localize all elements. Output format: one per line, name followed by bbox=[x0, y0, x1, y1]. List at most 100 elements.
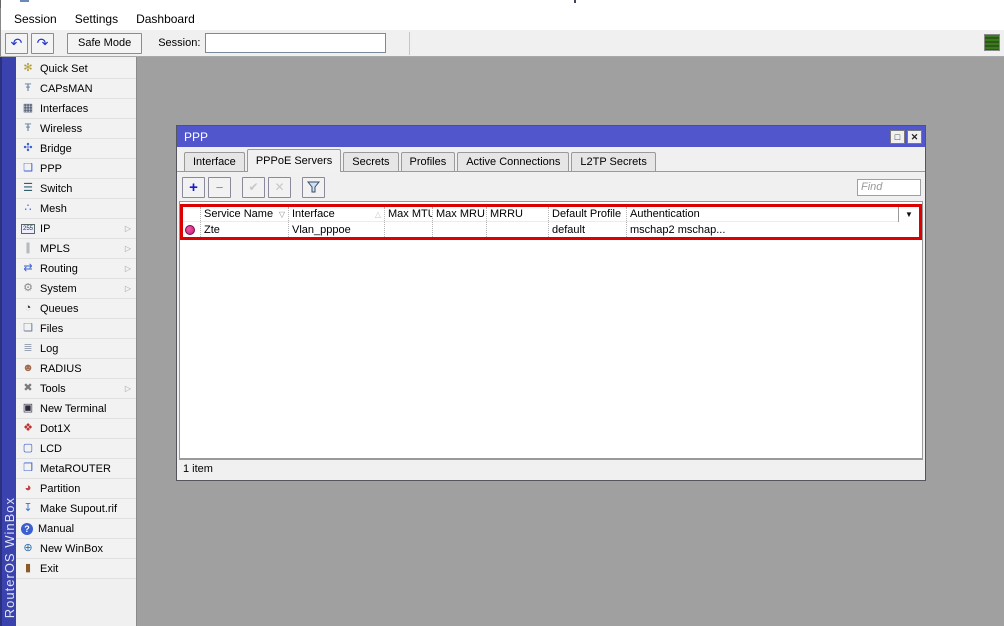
menu-dashboard[interactable]: Dashboard bbox=[127, 9, 204, 29]
safe-mode-button[interactable]: Safe Mode bbox=[67, 33, 142, 54]
session-input[interactable] bbox=[205, 33, 386, 53]
column-header-label: Default Profile bbox=[552, 208, 621, 220]
column-header-label: Interface bbox=[292, 208, 335, 220]
menubar: SessionSettingsDashboard bbox=[0, 8, 1004, 30]
sidebar-item-label: Files bbox=[40, 323, 63, 335]
ppp-window: PPP □ ✕ InterfacePPPoE ServersSecretsPro… bbox=[176, 125, 926, 481]
maximize-button[interactable]: □ bbox=[890, 130, 905, 144]
remove-button[interactable]: − bbox=[208, 177, 231, 198]
sidebar-item-radius[interactable]: ☻RADIUS bbox=[16, 359, 136, 379]
column-selector-button[interactable]: ▼ bbox=[898, 207, 919, 222]
tab-secrets[interactable]: Secrets bbox=[343, 152, 398, 171]
sidebar-item-ppp[interactable]: ❑PPP bbox=[16, 159, 136, 179]
plus-icon: + bbox=[189, 179, 198, 196]
antenna-icon: Ŧ bbox=[21, 122, 35, 135]
sidebar-item-tools[interactable]: ✖Tools▷ bbox=[16, 379, 136, 399]
sidebar-item-label: MPLS bbox=[40, 243, 70, 255]
folder-icon: ❏ bbox=[21, 322, 35, 335]
sidebar-item-label: Interfaces bbox=[40, 103, 88, 115]
tab-interface[interactable]: Interface bbox=[184, 152, 245, 171]
column-header-service-name[interactable]: Service Name▽ bbox=[201, 207, 289, 221]
sidebar-item-mesh[interactable]: ∴ Mesh bbox=[16, 199, 136, 219]
log-paper-icon: ≣ bbox=[21, 342, 35, 355]
bridge-arrows-icon: ✣ bbox=[21, 142, 35, 155]
tools-cross-icon: ✖ bbox=[21, 382, 35, 395]
column-header-label: Service Name bbox=[204, 208, 273, 220]
sidebar-item-label: Queues bbox=[40, 303, 79, 315]
sidebar-item-lcd[interactable]: ▢LCD bbox=[16, 439, 136, 459]
column-header-interface[interactable]: Interface △ bbox=[289, 207, 385, 221]
pppoe-servers-list[interactable]: Service Name▽Interface △ Max MTUMax MRUMRR… bbox=[179, 201, 923, 459]
antenna-icon: Ŧ bbox=[21, 82, 35, 95]
sidebar-item-quick-set[interactable]: ✻Quick Set bbox=[16, 59, 136, 79]
sidebar-item-capsman[interactable]: ŦCAPsMAN bbox=[16, 79, 136, 99]
sidebar-item-switch[interactable]: ☰Switch bbox=[16, 179, 136, 199]
main-toolbar: ↶ ↷ Safe Mode Session: bbox=[0, 30, 1004, 57]
menu-session[interactable]: Session bbox=[5, 9, 66, 29]
sidebar-item-metarouter[interactable]: ❒MetaROUTER bbox=[16, 459, 136, 479]
sidebar-item-exit[interactable]: ▮Exit bbox=[16, 559, 136, 579]
chevron-down-icon: ▼ bbox=[905, 210, 913, 219]
sidebar-item-new-winbox[interactable]: ⊕New WinBox bbox=[16, 539, 136, 559]
tab-active-connections[interactable]: Active Connections bbox=[457, 152, 569, 171]
undo-arrow-icon: ↶ bbox=[11, 35, 23, 52]
sidebar-item-log[interactable]: ≣ Log bbox=[16, 339, 136, 359]
sidebar-item-label: LCD bbox=[40, 443, 62, 455]
column-header-label: Max MTU bbox=[388, 208, 433, 220]
sidebar-item-ip[interactable]: 255IP▷ bbox=[16, 219, 136, 239]
sidebar-item-label: IP bbox=[40, 223, 50, 235]
column-header-max-mtu[interactable]: Max MTU bbox=[385, 207, 433, 221]
sidebar-item-queues[interactable]: ◔Queues bbox=[16, 299, 136, 319]
tab-profiles[interactable]: Profiles bbox=[401, 152, 456, 171]
column-header-mrru[interactable]: MRRU bbox=[487, 207, 549, 221]
mesh-nodes-icon: ∴ bbox=[21, 202, 35, 215]
table-row[interactable]: ZteVlan_pppoedefaultmschap2 mschap... bbox=[183, 222, 919, 237]
terminal-icon: ▣ bbox=[21, 402, 35, 415]
add-button[interactable]: + bbox=[182, 177, 205, 198]
sidebar-item-manual[interactable]: ?Manual bbox=[16, 519, 136, 539]
ppp-window-titlebar[interactable]: PPP □ ✕ bbox=[177, 126, 925, 147]
sidebar-item-new-terminal[interactable]: ▣New Terminal bbox=[16, 399, 136, 419]
redo-button[interactable]: ↷ bbox=[31, 33, 54, 54]
filter-button[interactable] bbox=[302, 177, 325, 198]
disable-button[interactable]: ✕ bbox=[268, 177, 291, 198]
tab-l2tp-secrets[interactable]: L2TP Secrets bbox=[571, 152, 655, 171]
session-label: Session: bbox=[158, 37, 200, 49]
sidebar-item-label: Log bbox=[40, 343, 58, 355]
menu-settings[interactable]: Settings bbox=[66, 9, 127, 29]
cell-interface: Vlan_pppoe bbox=[289, 222, 385, 237]
meta-router-icon: ❒ bbox=[21, 462, 35, 475]
sidebar-item-partition[interactable]: ◕Partition bbox=[16, 479, 136, 499]
column-header-label: Authentication bbox=[630, 208, 700, 220]
sidebar-item-bridge[interactable]: ✣ Bridge bbox=[16, 139, 136, 159]
exit-door-icon: ▮ bbox=[21, 562, 35, 575]
column-header-default-profile[interactable]: Default Profile bbox=[549, 207, 627, 221]
sort-asc-icon: △ bbox=[373, 210, 381, 219]
sidebar-item-system[interactable]: ⚙System▷ bbox=[16, 279, 136, 299]
sidebar-item-dot1x[interactable]: ❖Dot1X bbox=[16, 419, 136, 439]
maximize-icon: □ bbox=[895, 132, 900, 142]
icon-column-header bbox=[183, 207, 201, 221]
close-button[interactable]: ✕ bbox=[907, 130, 922, 144]
find-input[interactable] bbox=[857, 179, 921, 196]
sidebar-item-mpls[interactable]: ∥MPLS▷ bbox=[16, 239, 136, 259]
sidebar-item-label: Make Supout.rif bbox=[40, 503, 117, 515]
row-icon-cell bbox=[183, 222, 201, 237]
sidebar-item-label: Mesh bbox=[40, 203, 67, 215]
undo-button[interactable]: ↶ bbox=[5, 33, 28, 54]
sidebar-item-label: Bridge bbox=[40, 143, 72, 155]
column-header-authentication[interactable]: Authentication bbox=[627, 207, 919, 221]
highlight-red-box: Service Name▽Interface △ Max MTUMax MRUMRR… bbox=[180, 204, 922, 240]
sidebar-item-files[interactable]: ❏ Files bbox=[16, 319, 136, 339]
sidebar-item-make-supout-rif[interactable]: ↧Make Supout.rif bbox=[16, 499, 136, 519]
sidebar-item-interfaces[interactable]: ▦ Interfaces bbox=[16, 99, 136, 119]
enable-button[interactable]: ✔ bbox=[242, 177, 265, 198]
connection-traffic-indicator bbox=[984, 34, 1000, 51]
switch-chip-icon: ☰ bbox=[21, 182, 35, 195]
sidebar-item-wireless[interactable]: ŦWireless bbox=[16, 119, 136, 139]
window-titlebar-sliver bbox=[0, 0, 1004, 8]
interface-card-icon: ▦ bbox=[21, 102, 35, 115]
sidebar-item-routing[interactable]: ⇄Routing▷ bbox=[16, 259, 136, 279]
tab-pppoe-servers[interactable]: PPPoE Servers bbox=[247, 149, 341, 172]
column-header-max-mru[interactable]: Max MRU bbox=[433, 207, 487, 221]
